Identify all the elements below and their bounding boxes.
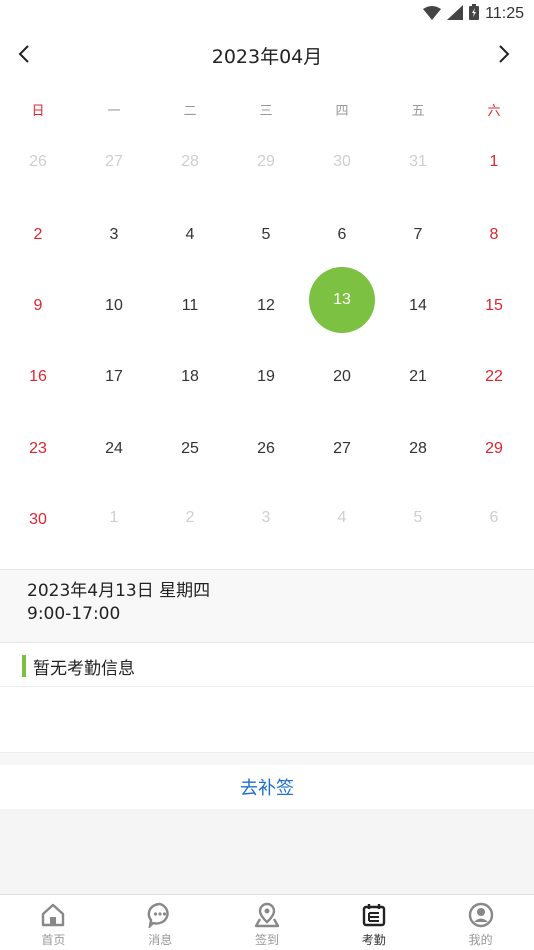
section-accent-bar	[22, 655, 26, 677]
battery-icon	[469, 4, 480, 24]
calendar-day[interactable]: 30	[0, 484, 76, 555]
weekday-wed: 三	[259, 104, 273, 119]
tab-home[interactable]: 首页	[0, 895, 107, 950]
calendar-day[interactable]: 5	[380, 482, 456, 553]
message-icon	[146, 901, 174, 929]
calendar-day[interactable]: 6	[304, 199, 380, 270]
calendar-day[interactable]: 9	[0, 270, 76, 341]
weekday-fri: 五	[411, 104, 425, 119]
tab-messages-label: 消息	[148, 933, 173, 947]
tab-profile-label: 我的	[468, 933, 493, 947]
section-divider	[0, 753, 534, 765]
tab-profile[interactable]: 我的	[427, 895, 534, 950]
calendar-day[interactable]: 26	[0, 126, 76, 197]
calendar-day[interactable]: 31	[380, 126, 456, 197]
calendar-day[interactable]: 1	[76, 482, 152, 553]
calendar-header: 2023年04月	[0, 34, 534, 74]
calendar-day[interactable]: 25	[152, 413, 228, 484]
selected-date: 2023年4月13日 星期四	[27, 581, 211, 601]
calendar-day[interactable]: 4	[304, 482, 380, 553]
weekday-sun: 日	[31, 104, 45, 119]
calendar-day[interactable]: 15	[456, 270, 532, 341]
calendar-day[interactable]: 12	[228, 270, 304, 341]
bottom-tab-bar: 首页 消息 签到 考勤 我的	[0, 894, 534, 950]
status-icons: 11:25	[423, 4, 524, 24]
chevron-right-icon	[499, 45, 510, 63]
calendar-day[interactable]: 18	[152, 341, 228, 412]
calendar-day[interactable]: 2	[152, 482, 228, 553]
next-month-button[interactable]	[490, 40, 518, 68]
wifi-icon	[423, 5, 442, 24]
weekday-row: 日 一 二 三 四 五 六	[0, 100, 534, 120]
calendar-day[interactable]: 24	[76, 413, 152, 484]
status-bar: 11:25	[0, 0, 534, 28]
calendar-day[interactable]: 26	[228, 413, 304, 484]
calendar-day[interactable]: 28	[152, 126, 228, 197]
calendar-day[interactable]: 6	[456, 482, 532, 553]
calendar-day[interactable]: 8	[456, 199, 532, 270]
tab-home-label: 首页	[41, 933, 66, 947]
calendar-day-selected[interactable]: 13	[304, 266, 380, 341]
calendar-day[interactable]: 1	[456, 126, 532, 197]
tab-checkin-label: 签到	[254, 933, 279, 947]
supplement-signin-button[interactable]: 去补签	[0, 765, 534, 809]
page-background	[0, 809, 534, 894]
calendar-day[interactable]: 5	[228, 199, 304, 270]
attendance-records-header: 暂无考勤信息	[0, 643, 534, 687]
calendar-day[interactable]: 22	[456, 341, 532, 412]
profile-icon	[467, 901, 495, 929]
tab-checkin[interactable]: 签到	[214, 895, 321, 950]
work-hours: 9:00-17:00	[27, 604, 121, 624]
month-title: 2023年04月	[211, 46, 323, 68]
calendar-day[interactable]: 3	[76, 199, 152, 270]
signal-icon	[447, 4, 464, 24]
weekday-mon: 一	[107, 104, 121, 119]
selected-day-info: 2023年4月13日 星期四 9:00-17:00	[0, 569, 534, 643]
calendar-day[interactable]: 29	[228, 126, 304, 197]
calendar-day[interactable]: 27	[304, 413, 380, 484]
calendar-day[interactable]: 10	[76, 270, 152, 341]
map-pin-icon	[253, 901, 281, 929]
calendar-day[interactable]: 7	[380, 199, 456, 270]
calendar-day[interactable]: 16	[0, 341, 76, 412]
calendar-day[interactable]: 11	[152, 270, 228, 341]
attendance-icon	[360, 901, 388, 929]
calendar-day[interactable]: 28	[380, 413, 456, 484]
calendar-day[interactable]: 19	[228, 341, 304, 412]
tab-attendance-label: 考勤	[361, 933, 386, 947]
calendar-day[interactable]: 21	[380, 341, 456, 412]
calendar-day[interactable]: 27	[76, 126, 152, 197]
tab-attendance[interactable]: 考勤	[320, 895, 427, 950]
calendar-day[interactable]: 29	[456, 413, 532, 484]
tab-messages[interactable]: 消息	[107, 895, 214, 950]
weekday-sat: 六	[487, 104, 501, 119]
calendar-grid: 26 27 28 29 30 31 1 2 3 4 5 6 7 8 9 10 1…	[0, 126, 534, 566]
calendar-day[interactable]: 2	[0, 199, 76, 270]
attendance-records-list	[0, 687, 534, 753]
calendar-day[interactable]: 4	[152, 199, 228, 270]
status-time: 11:25	[485, 5, 524, 22]
weekday-tue: 二	[183, 104, 197, 119]
calendar-day[interactable]: 30	[304, 126, 380, 197]
records-empty-title: 暂无考勤信息	[33, 659, 135, 679]
weekday-thu: 四	[335, 104, 349, 119]
home-icon	[39, 901, 67, 929]
calendar-day[interactable]: 3	[228, 482, 304, 553]
calendar-day[interactable]: 17	[76, 341, 152, 412]
calendar-day[interactable]: 14	[380, 270, 456, 341]
calendar-day[interactable]: 23	[0, 413, 76, 484]
calendar-day[interactable]: 20	[304, 341, 380, 412]
